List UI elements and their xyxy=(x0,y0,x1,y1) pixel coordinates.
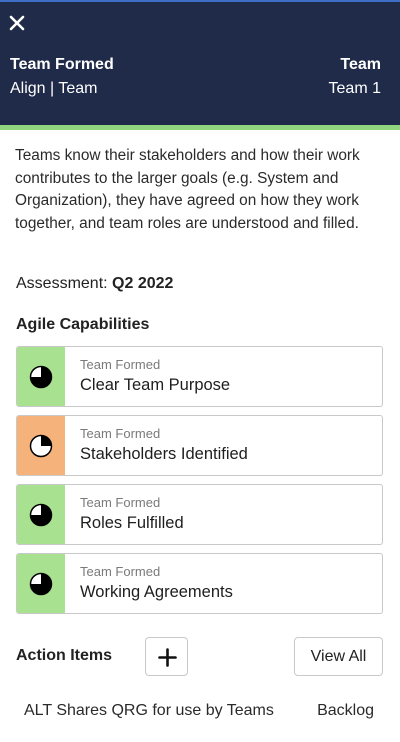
assessment-line: Assessment: Q2 2022 xyxy=(16,275,173,293)
capability-status-swatch xyxy=(17,554,65,613)
plus-icon[interactable] xyxy=(158,648,177,667)
action-item-row[interactable]: ALT Shares QRG for use by Teams Backlog xyxy=(0,690,400,734)
assessment-label: Assessment: xyxy=(16,275,108,292)
capability-name: Stakeholders Identified xyxy=(80,445,248,463)
capability-group: Team Formed xyxy=(80,495,161,510)
view-all-button[interactable]: View All xyxy=(294,637,383,676)
close-icon[interactable] xyxy=(8,14,26,32)
capability-card[interactable]: Team Formed Stakeholders Identified xyxy=(16,415,383,476)
assessment-value: Q2 2022 xyxy=(112,275,174,292)
capability-status-swatch xyxy=(17,416,65,475)
header-status-bar xyxy=(0,125,400,130)
close-button[interactable] xyxy=(8,14,26,32)
capability-card[interactable]: Team Formed Working Agreements xyxy=(16,553,383,614)
capabilities-list: Team Formed Clear Team Purpose Team Form… xyxy=(16,346,383,622)
capability-description: Teams know their stakeholders and how th… xyxy=(15,147,360,232)
capability-card[interactable]: Team Formed Roles Fulfilled xyxy=(16,484,383,545)
capability-category: Align | Team xyxy=(10,80,98,97)
pie-progress-icon xyxy=(29,572,53,596)
capability-title: Team Formed xyxy=(10,56,114,73)
capability-group: Team Formed xyxy=(80,564,161,579)
capabilities-heading: Agile Capabilities xyxy=(16,316,150,333)
capability-status-swatch xyxy=(17,347,65,406)
capability-card[interactable]: Team Formed Clear Team Purpose xyxy=(16,346,383,407)
capability-name: Working Agreements xyxy=(80,583,233,601)
pie-progress-icon xyxy=(29,503,53,527)
team-label: Team xyxy=(340,56,381,73)
capability-group: Team Formed xyxy=(80,426,161,441)
action-item-text: ALT Shares QRG for use by Teams xyxy=(24,702,274,719)
capability-name: Roles Fulfilled xyxy=(80,514,184,532)
pie-progress-icon xyxy=(29,434,53,458)
capability-status-swatch xyxy=(17,485,65,544)
capability-name: Clear Team Purpose xyxy=(80,376,231,394)
team-name: Team 1 xyxy=(328,80,381,97)
capability-group: Team Formed xyxy=(80,357,161,372)
add-action-item-button[interactable] xyxy=(145,637,188,676)
panel-header: Team Formed Align | Team Team Team 1 xyxy=(0,0,400,125)
action-items-heading: Action Items xyxy=(16,647,113,664)
action-item-status: Backlog xyxy=(317,702,374,719)
pie-progress-icon xyxy=(29,365,53,389)
